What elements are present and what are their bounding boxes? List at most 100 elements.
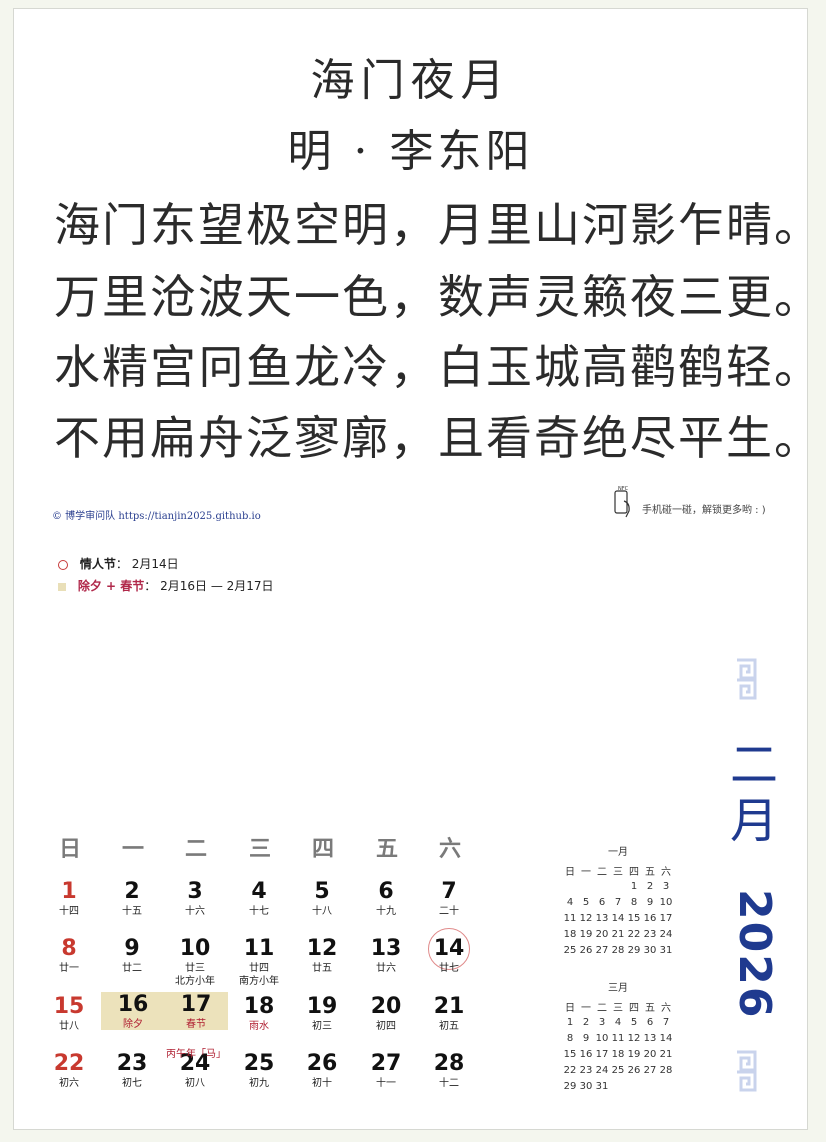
lunar-date: 廿三: [185, 963, 205, 974]
lunar-date: 初九: [249, 1078, 269, 1089]
day-cell[interactable]: 21 初五: [418, 994, 480, 1048]
day-number: 17: [180, 992, 212, 1017]
nfc-text: 手机碰一碰，解锁更多哟 : ): [642, 505, 766, 516]
mini-day: 13: [595, 912, 609, 924]
lunar-date: 十八: [312, 906, 332, 917]
day-cell[interactable]: 13 廿六: [355, 936, 417, 990]
day-cell[interactable]: 8 廿一: [38, 936, 100, 990]
day-number: 4: [251, 879, 267, 904]
day-cell[interactable]: 1 十四: [38, 879, 100, 933]
lunar-date: 廿五: [312, 963, 332, 974]
mini-day: 26: [627, 1064, 641, 1076]
day-number: 11: [243, 936, 275, 961]
day-number: 21: [433, 994, 465, 1019]
day-cell[interactable]: 26 初十: [291, 1051, 353, 1105]
day-cell[interactable]: 20 初四: [355, 994, 417, 1048]
day-cell[interactable]: 15 廿八: [38, 994, 100, 1048]
lunar-date: 十四: [59, 906, 79, 917]
mini-weekday: 二: [597, 866, 607, 878]
day-cell[interactable]: 3 十六: [164, 879, 226, 933]
mini-day: 15: [563, 1048, 577, 1060]
mini-day: 15: [627, 912, 641, 924]
mini-weekday: 三: [613, 1002, 623, 1014]
day-cell[interactable]: 9 廿二: [101, 936, 163, 990]
day-number: 26: [306, 1051, 338, 1076]
lunar-date: 除夕: [123, 1019, 143, 1030]
day-cell[interactable]: 16 除夕: [101, 992, 165, 1030]
mini-day: 28: [659, 1064, 673, 1076]
day-cell[interactable]: 17 春节: [164, 992, 228, 1030]
poem-line: 不用扁舟泛寥廓，且看奇绝尽平生。: [54, 411, 822, 465]
mini-day: 14: [659, 1032, 673, 1044]
poem-author: 明 · 李东阳: [287, 126, 534, 177]
mini-month-table: 日一二三四五六 1 2 3 4 5 6 7 8 9 10 11 12 13 14 15 16 17 18 19 20 21…: [562, 862, 674, 958]
mini-day: [658, 1078, 674, 1094]
mini-weekday: 一: [581, 1002, 591, 1014]
mini-day: 28: [611, 944, 625, 956]
day-cell[interactable]: 10 廿三 北方小年: [164, 936, 226, 990]
mini-day: 1: [566, 1016, 574, 1028]
lunar-date: 十二: [439, 1078, 459, 1089]
day-note: 北方小年: [175, 976, 215, 987]
credit-link[interactable]: © 博学审问队 https://tianjin2025.github.io: [52, 507, 261, 522]
day-number: 22: [53, 1051, 85, 1076]
year-label: 2026: [729, 889, 780, 1020]
lunar-date: 十六: [185, 906, 205, 917]
mini-day: 30: [643, 944, 657, 956]
mini-day: [594, 878, 610, 894]
mini-day: 11: [563, 912, 577, 924]
mini-day: [610, 1078, 626, 1094]
lunar-date: 雨水: [249, 1021, 269, 1032]
lunar-date: 廿二: [122, 963, 142, 974]
mini-day: 1: [630, 880, 638, 892]
fret-ornament-icon: [737, 658, 757, 700]
mini-day: 26: [579, 944, 593, 956]
mini-day: 6: [598, 896, 606, 908]
weekday-header: 四: [311, 837, 334, 862]
day-cell[interactable]: 18 雨水: [228, 994, 290, 1048]
lunar-date: 初七: [122, 1078, 142, 1089]
svg-text:NFC: NFC: [618, 486, 629, 492]
mini-day: 31: [659, 944, 673, 956]
mini-day: 17: [595, 1048, 609, 1060]
poem-line: 水精宫冋鱼龙冷，白玉城高鹳鹤轻。: [54, 340, 822, 394]
day-number: 28: [433, 1051, 465, 1076]
mini-weekday: 四: [629, 866, 639, 878]
mini-day: 27: [643, 1064, 657, 1076]
mini-day: 25: [611, 1064, 625, 1076]
mini-month-title: 三月: [608, 983, 628, 994]
day-number: 7: [441, 879, 457, 904]
mini-day: 4: [614, 1016, 622, 1028]
day-cell[interactable]: 5 十八: [291, 879, 353, 933]
day-number: 15: [53, 994, 85, 1019]
day-cell[interactable]: 2 十五: [101, 879, 163, 933]
day-cell[interactable]: 4 十七: [228, 879, 290, 933]
lunar-date: 初四: [376, 1021, 396, 1032]
day-cell[interactable]: 19 初三: [291, 994, 353, 1048]
legend-sep: ：: [144, 579, 157, 593]
day-cell[interactable]: 11 廿四 南方小年: [228, 936, 290, 990]
day-cell[interactable]: 7 二十: [418, 879, 480, 933]
weekday-header: 三: [248, 837, 271, 862]
mini-day: 17: [659, 912, 673, 924]
day-cell[interactable]: 6 十九: [355, 879, 417, 933]
month-char: 二: [729, 737, 778, 793]
mini-day: 3: [598, 1016, 606, 1028]
lunar-date: 廿一: [59, 963, 79, 974]
mini-day: 22: [627, 928, 641, 940]
day-cell[interactable]: 27 十一: [355, 1051, 417, 1105]
mini-day: 21: [611, 928, 625, 940]
mini-day: 5: [630, 1016, 638, 1028]
nfc-badge[interactable]: NFC 手机碰一碰，解锁更多哟 : ): [610, 485, 790, 525]
mini-day: 21: [659, 1048, 673, 1060]
day-cell[interactable]: 14 廿七: [418, 936, 480, 990]
weekday-header: 五: [375, 837, 398, 862]
mini-day: [610, 878, 626, 894]
month-char: 月: [729, 793, 778, 849]
day-cell[interactable]: 22 初六: [38, 1051, 100, 1105]
mini-day: 19: [627, 1048, 641, 1060]
mini-day: 19: [579, 928, 593, 940]
day-number: 8: [61, 936, 77, 961]
day-cell[interactable]: 28 十二: [418, 1051, 480, 1105]
day-cell[interactable]: 12 廿五: [291, 936, 353, 990]
